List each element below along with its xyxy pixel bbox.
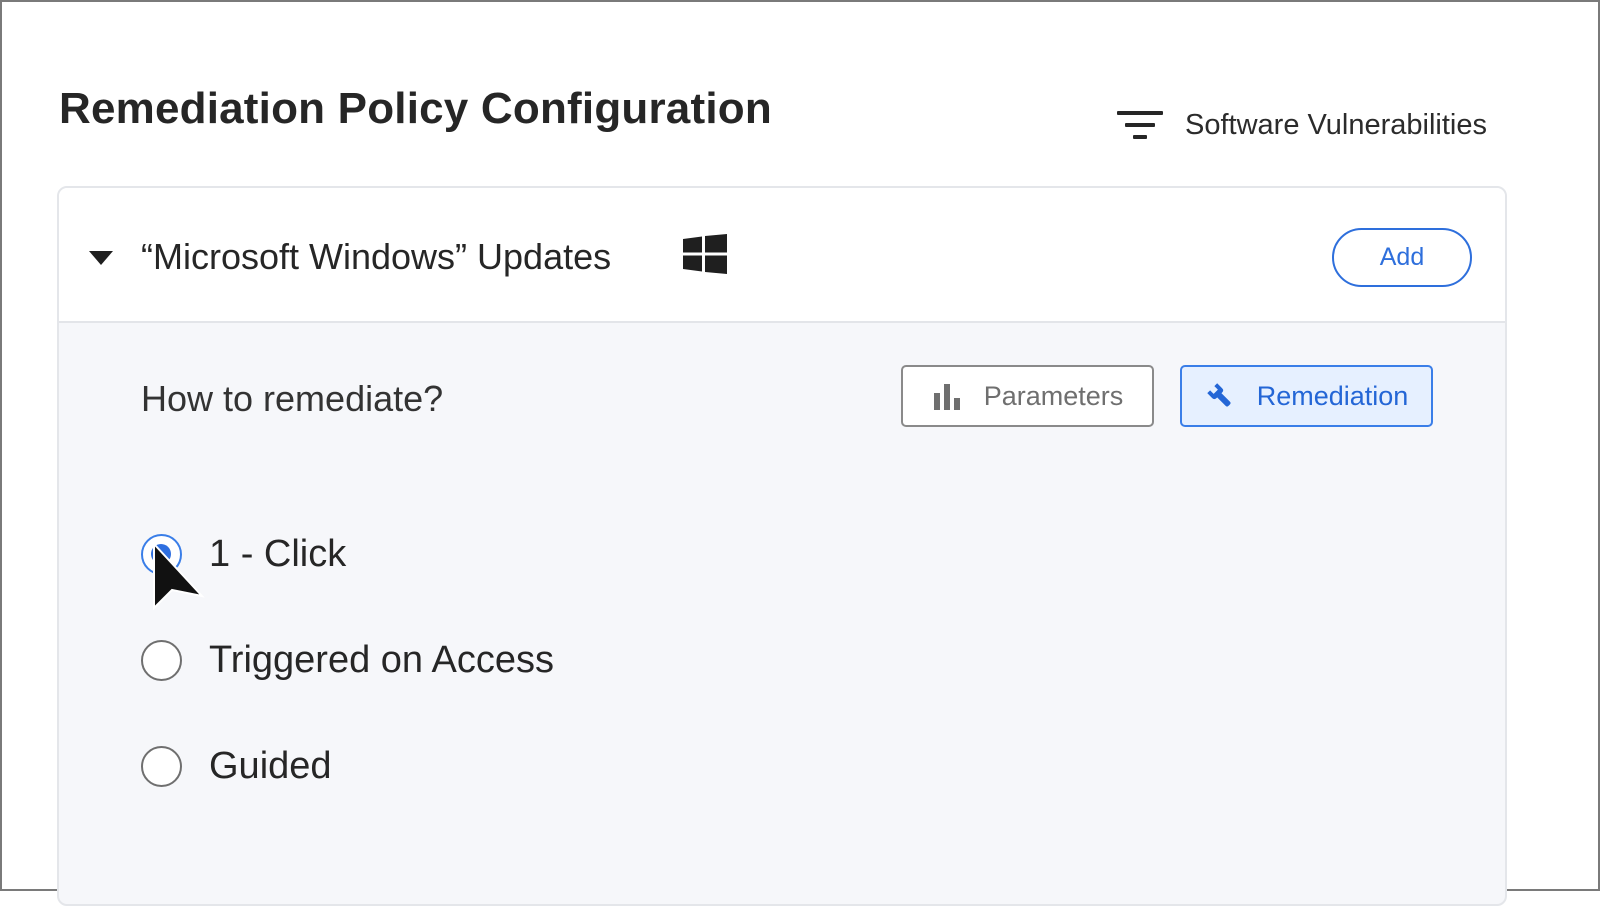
tab-parameters-label: Parameters [983,380,1124,411]
tab-parameters[interactable]: Parameters [901,365,1154,427]
tab-remediation[interactable]: Remediation [1180,365,1433,427]
policy-card-header: “Microsoft Windows” Updates Add [59,188,1505,323]
radio-one-click[interactable] [141,534,182,575]
radio-triggered-on-access[interactable] [141,640,182,681]
section-title: “Microsoft Windows” Updates [141,236,612,277]
wrench-icon [1206,383,1231,407]
filter-label: Software Vulnerabilities [1185,108,1487,141]
app-frame: Remediation Policy Configuration Softwar… [0,0,1600,906]
radio-guided[interactable] [141,746,182,787]
filter-icon[interactable] [1117,109,1163,141]
option-guided[interactable]: Guided [141,745,332,788]
option-label: 1 - Click [209,533,347,575]
policy-card: “Microsoft Windows” Updates Add How to r… [57,186,1507,906]
bar-chart-icon [933,384,960,410]
add-button[interactable]: Add [1332,228,1472,287]
tab-remediation-label: Remediation [1256,380,1409,411]
option-triggered-on-access[interactable]: Triggered on Access [141,639,554,682]
option-label: Guided [209,745,332,787]
page-title: Remediation Policy Configuration [59,84,772,133]
option-label: Triggered on Access [209,639,554,681]
option-one-click[interactable]: 1 - Click [141,533,346,576]
windows-icon [683,234,727,274]
filter-control[interactable]: Software Vulnerabilities [1117,102,1487,148]
collapse-caret-icon[interactable] [89,251,113,265]
remediate-question: How to remediate? [141,378,444,419]
